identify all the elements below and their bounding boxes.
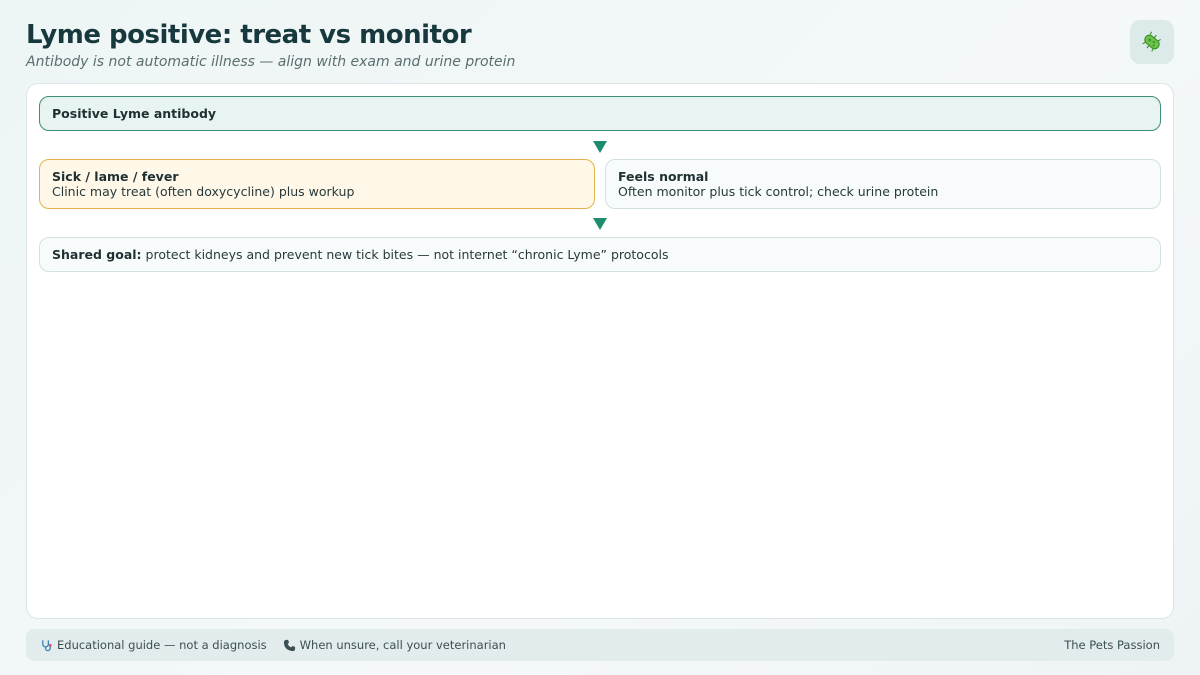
brand-label: The Pets Passion: [1064, 638, 1160, 652]
footer-call-text: When unsure, call your veterinarian: [299, 638, 506, 652]
goal-node: Shared goal: protect kidneys and prevent…: [39, 237, 1161, 272]
footer: Educational guide — not a diagnosis When…: [26, 629, 1174, 661]
branch-sick: Sick / lame / fever Clinic may treat (of…: [39, 159, 595, 209]
page-subtitle: Antibody is not automatic illness — alig…: [26, 54, 516, 70]
footer-disclaimer-text: Educational guide — not a diagnosis: [57, 638, 267, 652]
flowchart-panel: Positive Lyme antibody Sick / lame / fev…: [26, 83, 1174, 619]
page-title: Lyme positive: treat vs monitor: [26, 20, 472, 50]
branch-sick-text: Clinic may treat (often doxycycline) plu…: [52, 184, 355, 199]
header: Lyme positive: treat vs monitor Antibody…: [26, 18, 1174, 78]
branch-normal-text: Often monitor plus tick control; check u…: [618, 184, 939, 199]
start-node-label: Positive Lyme antibody: [52, 106, 217, 121]
bacteria-icon: [1130, 20, 1174, 64]
goal-label: Shared goal:: [52, 247, 142, 262]
phone-icon: [283, 639, 296, 652]
branch-sick-title: Sick / lame / fever: [52, 169, 179, 184]
stethoscope-icon: [40, 639, 53, 652]
arrow-down-icon: [593, 141, 607, 153]
branch-normal-title: Feels normal: [618, 169, 709, 184]
footer-disclaimer: Educational guide — not a diagnosis: [40, 638, 267, 652]
branch-normal: Feels normal Often monitor plus tick con…: [605, 159, 1161, 209]
arrow-down-icon: [593, 218, 607, 230]
start-node: Positive Lyme antibody: [39, 96, 1161, 131]
goal-text: protect kidneys and prevent new tick bit…: [145, 247, 669, 262]
footer-call: When unsure, call your veterinarian: [283, 638, 506, 652]
